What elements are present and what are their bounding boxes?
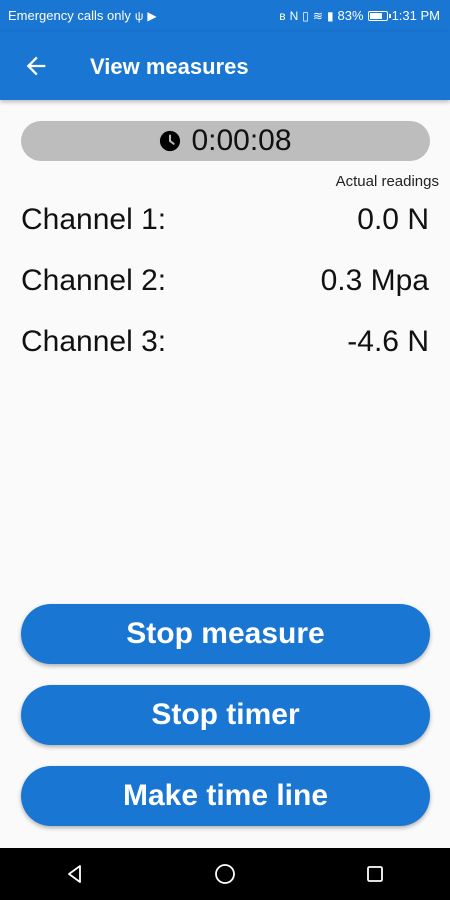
page-title: View measures	[90, 54, 249, 79]
stop-measure-button[interactable]: Stop measure	[21, 604, 430, 664]
recents-square-icon[interactable]	[361, 860, 389, 888]
home-circle-icon[interactable]	[211, 860, 239, 888]
vibrate-icon: ▯	[302, 8, 309, 23]
channel-value: -4.6 N	[347, 325, 429, 358]
stop-timer-button[interactable]: Stop timer	[21, 685, 430, 745]
status-bar: Emergency calls only ψ ▶ ʙ N ▯ ≋ ▮ 83% 1…	[0, 0, 450, 32]
cast-icon: ▶	[147, 8, 157, 23]
channel-value: 0.0 N	[357, 203, 429, 236]
carrier-text: Emergency calls only	[8, 8, 131, 23]
readings-caption: Actual readings	[335, 173, 439, 190]
battery-icon	[367, 10, 391, 21]
channel-row: Channel 1: 0.0 N	[21, 203, 429, 243]
battery-percent: 83%	[337, 8, 364, 23]
clock-time: 1:31 PM	[391, 8, 440, 23]
system-nav-bar	[0, 848, 450, 900]
channel-value: 0.3 Mpa	[320, 264, 429, 297]
usb-icon: ψ	[134, 8, 144, 23]
timer-value: 0:00:08	[191, 124, 292, 157]
channel-row: Channel 3: -4.6 N	[21, 325, 429, 365]
timer-display: 0:00:08	[21, 121, 430, 161]
channel-label: Channel 2:	[21, 264, 167, 297]
app-toolbar: View measures	[0, 32, 450, 100]
sim-icon: ▮	[326, 8, 334, 23]
nfc-icon: N	[289, 8, 299, 23]
channel-label: Channel 1:	[21, 203, 167, 236]
make-time-line-button[interactable]: Make time line	[21, 766, 430, 826]
channel-label: Channel 3:	[21, 325, 167, 358]
arrow-left-icon[interactable]	[22, 52, 50, 80]
bluetooth-icon: ʙ	[279, 8, 286, 23]
clock-icon	[160, 130, 181, 152]
wifi-icon: ≋	[312, 8, 323, 23]
back-triangle-icon[interactable]	[61, 860, 89, 888]
channel-row: Channel 2: 0.3 Mpa	[21, 264, 429, 304]
